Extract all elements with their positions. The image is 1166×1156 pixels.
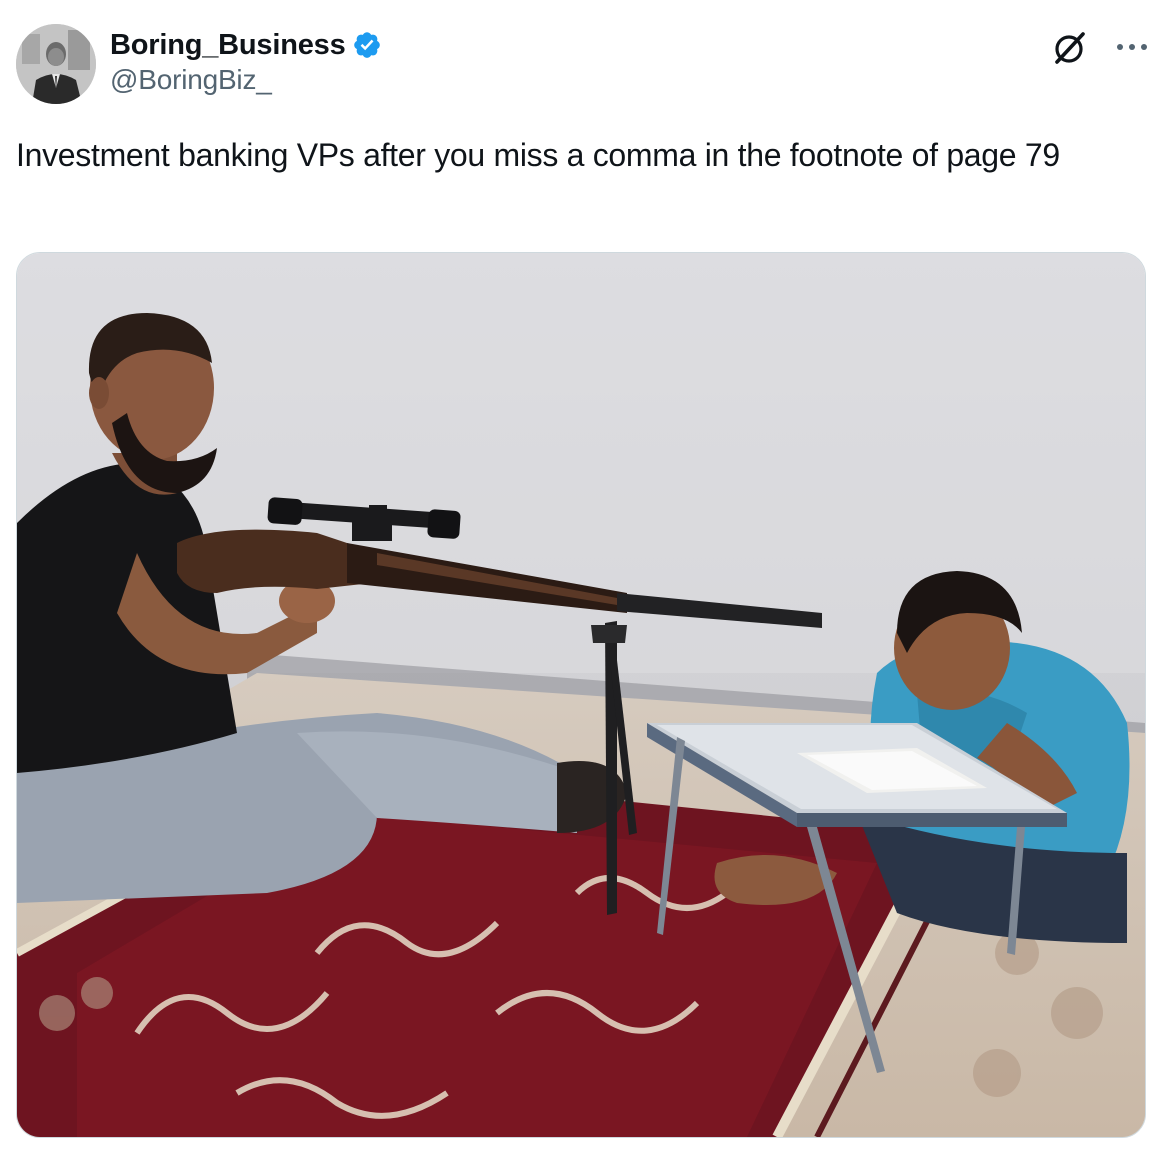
display-name[interactable]: Boring_Business [110, 29, 346, 62]
author-handle[interactable]: @BoringBiz_ [110, 64, 382, 96]
grok-icon[interactable] [1050, 28, 1090, 68]
avatar[interactable] [16, 24, 96, 104]
tweet-media-photo[interactable] [16, 252, 1146, 1138]
more-horizontal-icon[interactable] [1114, 32, 1150, 62]
tweet-header: Boring_Business @BoringBiz_ [16, 24, 1150, 106]
author-info: Boring_Business @BoringBiz_ [110, 26, 382, 96]
avatar-portrait-icon [16, 24, 96, 104]
meme-photo [17, 253, 1145, 1137]
tweet-card: Boring_Business @BoringBiz_ Investment b… [0, 0, 1166, 1156]
verified-badge-icon[interactable] [352, 30, 382, 60]
display-name-row: Boring_Business [110, 26, 382, 64]
tweet-text: Investment banking VPs after you miss a … [16, 137, 1060, 173]
